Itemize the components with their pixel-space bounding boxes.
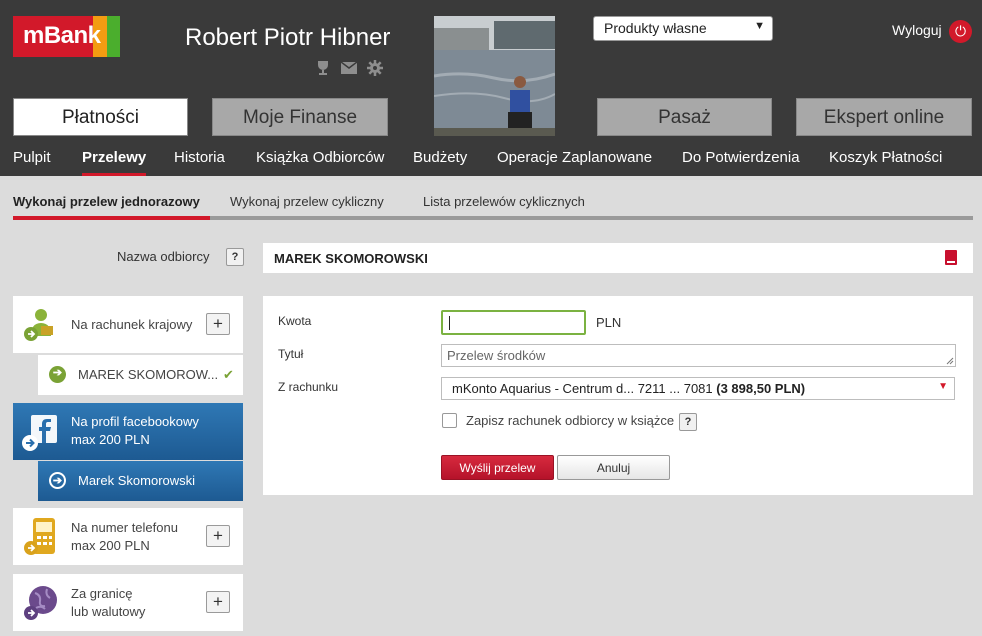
tab-pasaz[interactable]: Pasaż [597, 98, 772, 136]
account-label: Z rachunku [278, 380, 339, 394]
save-help-button[interactable]: ? [679, 413, 697, 431]
currency-label: PLN [596, 315, 622, 330]
cancel-button[interactable]: Anuluj [557, 455, 670, 480]
add-domestic-button[interactable]: + [206, 313, 230, 335]
option-domestic[interactable]: Na rachunek krajowy + [13, 296, 243, 353]
option-facebook[interactable]: Na profil facebookowy max 200 PLN [13, 403, 243, 460]
nav-historia[interactable]: Historia [174, 149, 225, 166]
arrow-right-icon: ➔ [49, 472, 66, 489]
nav-przelewy[interactable]: Przelewy [82, 149, 146, 166]
amount-label: Kwota [278, 314, 312, 328]
recipient-label: Nazwa odbiorcy [117, 249, 210, 264]
subtab-active-indicator [13, 216, 210, 220]
nav-budzety[interactable]: Budżety [413, 149, 467, 166]
domestic-recipient-item[interactable]: ➔ MAREK SKOMOROW... ✔ [38, 355, 243, 395]
check-icon: ✔ [223, 367, 234, 382]
recipient-value: MAREK SKOMOROWSKI [274, 251, 428, 266]
person-money-icon [21, 306, 57, 347]
arrow-right-icon: ➔ [49, 366, 66, 383]
nav-do-potwierdzenia[interactable]: Do Potwierdzenia [682, 149, 800, 166]
mbank-logo[interactable]: mBank [13, 16, 120, 57]
nav-ksiazka-odbiorcow[interactable]: Książka Odbiorców [256, 149, 384, 166]
account-select[interactable]: mKonto Aquarius - Centrum d... 7211 ... … [441, 377, 955, 400]
subtab-przelew-jednorazowy[interactable]: Wykonaj przelew jednorazowy [13, 194, 200, 209]
address-book-icon[interactable] [945, 250, 957, 265]
recipient-help-button[interactable]: ? [226, 248, 244, 266]
text-caret [449, 316, 450, 330]
globe-icon [21, 583, 61, 628]
gear-icon[interactable] [366, 60, 384, 76]
send-transfer-button[interactable]: Wyślij przelew [441, 455, 554, 480]
header: mBank Robert Piotr Hibner Produkty własn… [0, 0, 982, 176]
save-recipient-label[interactable]: Zapisz rachunek odbiorcy w książce [466, 413, 674, 428]
header-icons [314, 60, 384, 76]
nav-pulpit[interactable]: Pulpit [13, 149, 51, 166]
main-nav: Pulpit Przelewy Historia Książka Odbiorc… [0, 146, 982, 176]
title-input[interactable]: Przelew środków [441, 344, 956, 367]
subtabs: Wykonaj przelew jednorazowy Wykonaj prze… [0, 176, 982, 220]
nav-koszyk-platnosci[interactable]: Koszyk Płatności [829, 149, 942, 166]
phone-icon [21, 516, 61, 563]
trophy-icon[interactable] [314, 60, 332, 76]
amount-input[interactable] [441, 310, 586, 335]
title-label: Tytuł [278, 347, 304, 361]
chevron-down-icon: ▼ [754, 20, 765, 32]
nav-operacje-zaplanowane[interactable]: Operacje Zaplanowane [497, 149, 652, 166]
power-icon[interactable]: ⏻ [949, 20, 972, 43]
resize-handle-icon[interactable] [946, 357, 954, 365]
tab-ekspert-online[interactable]: Ekspert online [796, 98, 972, 136]
user-name: Robert Piotr Hibner [185, 24, 391, 51]
mail-icon[interactable] [340, 60, 358, 76]
recipient-field[interactable]: MAREK SKOMOROWSKI [263, 243, 973, 273]
tab-moje-finanse[interactable]: Moje Finanse [212, 98, 388, 136]
tab-platnosci[interactable]: Płatności [13, 98, 188, 136]
save-recipient-checkbox[interactable] [442, 413, 457, 428]
option-phone[interactable]: Na numer telefonu max 200 PLN + [13, 508, 243, 565]
option-abroad[interactable]: Za granicę lub walutowy + [13, 574, 243, 631]
logout-link[interactable]: Wyloguj [892, 22, 942, 38]
subtab-lista-przelewow[interactable]: Lista przelewów cyklicznych [423, 194, 585, 209]
facebook-icon [18, 413, 60, 458]
chevron-down-icon: ▼ [938, 381, 948, 392]
subtab-przelew-cykliczny[interactable]: Wykonaj przelew cykliczny [230, 194, 384, 209]
user-photo [434, 16, 555, 136]
product-select[interactable]: Produkty własne ▼ [593, 16, 773, 41]
add-abroad-button[interactable]: + [206, 591, 230, 613]
add-phone-button[interactable]: + [206, 525, 230, 547]
facebook-recipient-item[interactable]: ➔ Marek Skomorowski [38, 461, 243, 501]
